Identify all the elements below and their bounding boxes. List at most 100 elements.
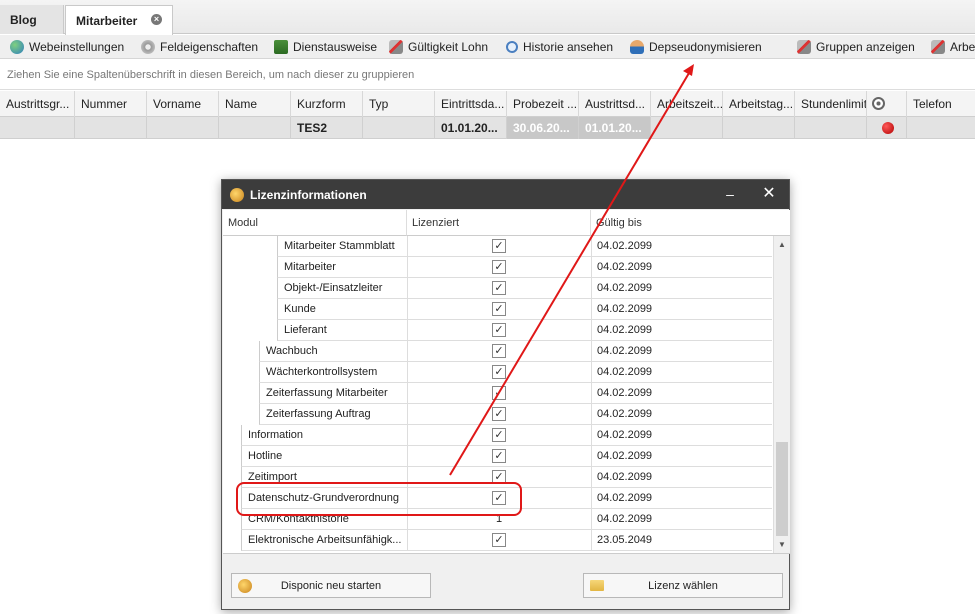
status-column-header[interactable] [867,91,907,117]
column-header[interactable]: Austrittsd... [579,91,651,117]
gruppen-anzeigen-button[interactable]: Gruppen anzeigen [797,35,915,58]
dialog-titlebar[interactable]: Lizenzinformationen – ✕ [222,180,789,209]
probezeit-cell: 30.06.20... [507,117,579,139]
arbe-button[interactable]: Arbe [931,35,975,58]
checkbox-checked-icon: ✓ [492,239,506,253]
column-header[interactable]: Vorname [147,91,219,117]
folder-icon [590,580,604,591]
column-header[interactable]: Name [219,91,291,117]
module-name: CRM/Kontakthistorie [241,509,407,530]
checkbox-checked-icon: ✓ [492,428,506,442]
austritt-cell: 01.01.20... [579,117,651,139]
group-panel[interactable]: Ziehen Sie eine Spaltenüberschrift in di… [0,60,975,90]
magnifier-icon [506,41,518,53]
gear-icon [141,40,155,54]
column-header[interactable]: Typ [363,91,435,117]
dienstausweise-button[interactable]: Dienstausweise [274,35,378,58]
valid-until-date: 04.02.2099 [591,341,772,362]
valid-until-date: 04.02.2099 [591,383,772,404]
license-row[interactable]: Wachbuch ✓ 04.02.2099 [223,341,772,362]
column-header-modul[interactable]: Modul [223,210,407,236]
column-header-lizenziert[interactable]: Lizenziert [407,210,591,236]
scroll-thumb[interactable] [776,442,788,536]
table-row[interactable]: TES2 01.01.20... 30.06.20... 01.01.20... [0,117,975,139]
licensed-cell: ✓ [407,383,591,404]
arbe-label: Arbe [950,40,975,54]
choose-license-button[interactable]: Lizenz wählen [583,573,783,598]
column-header-gueltig[interactable]: Gültig bis [591,210,790,236]
license-row[interactable]: Information ✓ 04.02.2099 [223,425,772,446]
valid-until-date: 04.02.2099 [591,236,772,257]
close-button[interactable]: ✕ [760,185,778,203]
table-cell [795,117,867,139]
dienstausweise-label: Dienstausweise [293,40,378,54]
valid-until-date: 04.02.2099 [591,257,772,278]
column-header[interactable]: Telefon [907,91,975,117]
license-row[interactable]: Hotline ✓ 04.02.2099 [223,446,772,467]
tools-icon [389,40,403,54]
feldeigenschaften-button[interactable]: Feldeigenschaften [141,35,258,58]
tab-blog[interactable]: Blog [0,5,64,34]
license-row[interactable]: Mitarbeiter ✓ 04.02.2099 [223,257,772,278]
vertical-scrollbar[interactable]: ▲ ▼ [773,236,790,553]
disponic-logo-icon [230,188,244,202]
license-row[interactable]: Wächterkontrollsystem ✓ 04.02.2099 [223,362,772,383]
kurzform-cell: TES2 [291,117,363,139]
licensed-cell: 1 [407,509,591,530]
licensed-cell: ✓ [407,299,591,320]
license-row[interactable]: Lieferant ✓ 04.02.2099 [223,320,772,341]
license-row[interactable]: Mitarbeiter Stammblatt ✓ 04.02.2099 [223,236,772,257]
licensed-cell: ✓ [407,446,591,467]
column-header[interactable]: Probezeit ... [507,91,579,117]
gueltigkeit-lohn-button[interactable]: Gültigkeit Lohn [389,35,488,58]
license-table: Modul Lizenziert Gültig bis Mitarbeiter … [223,210,790,554]
historie-ansehen-label: Historie ansehen [523,40,614,54]
valid-until-date: 04.02.2099 [591,299,772,320]
eintritt-cell: 01.01.20... [435,117,507,139]
restart-button-label: Disponic neu starten [280,579,382,592]
valid-until-date: 04.02.2099 [591,278,772,299]
table-cell [363,117,435,139]
column-header[interactable]: Kurzform [291,91,363,117]
column-header[interactable]: Arbeitstag... [723,91,795,117]
module-name: Lieferant [277,320,407,341]
valid-until-date: 23.05.2049 [591,530,772,551]
id-card-icon [274,40,288,54]
webeinstellungen-button[interactable]: Webeinstellungen [10,35,124,58]
scroll-up-icon[interactable]: ▲ [778,240,786,249]
column-header[interactable]: Austrittsgr... [0,91,75,117]
historie-ansehen-button[interactable]: Historie ansehen [506,35,614,58]
valid-until-date: 04.02.2099 [591,425,772,446]
license-row[interactable]: Objekt-/Einsatzleiter ✓ 04.02.2099 [223,278,772,299]
license-row[interactable]: Elektronische Arbeitsunfähigk... ✓ 23.05.2… [223,530,772,551]
licensed-cell: ✓ [407,278,591,299]
table-cell [723,117,795,139]
module-name: Wächterkontrollsystem [259,362,407,383]
status-red-dot-icon [882,122,894,134]
checkbox-checked-icon: ✓ [492,344,506,358]
valid-until-date: 04.02.2099 [591,362,772,383]
license-row[interactable]: Zeitimport ✓ 04.02.2099 [223,467,772,488]
valid-until-date: 04.02.2099 [591,446,772,467]
license-row[interactable]: Kunde ✓ 04.02.2099 [223,299,772,320]
license-row[interactable]: Datenschutz-Grundverordnung ✓ 04.02.2099 [223,488,772,509]
column-header[interactable]: Eintrittsda... [435,91,507,117]
tools-icon [931,40,945,54]
license-row[interactable]: Zeiterfassung Mitarbeiter ✓ 04.02.2099 [223,383,772,404]
close-tab-icon[interactable]: × [151,14,162,25]
license-row[interactable]: Zeiterfassung Auftrag ✓ 04.02.2099 [223,404,772,425]
scroll-down-icon[interactable]: ▼ [778,540,786,549]
restart-button[interactable]: Disponic neu starten [231,573,431,598]
minimize-button[interactable]: – [721,185,739,203]
column-header[interactable]: Arbeitszeit... [651,91,723,117]
license-row[interactable]: CRM/Kontakthistorie 1 04.02.2099 [223,509,772,530]
licensed-cell: ✓ [407,257,591,278]
column-header[interactable]: Stundenlimit [795,91,867,117]
depseudonymisieren-button[interactable]: Depseudonymisieren [630,35,762,58]
table-cell [219,117,291,139]
tab-mitarbeiter[interactable]: Mitarbeiter × [65,5,173,35]
column-header[interactable]: Nummer [75,91,147,117]
valid-until-date: 04.02.2099 [591,320,772,341]
checkbox-checked-icon: ✓ [492,491,506,505]
checkbox-checked-icon: ✓ [492,407,506,421]
